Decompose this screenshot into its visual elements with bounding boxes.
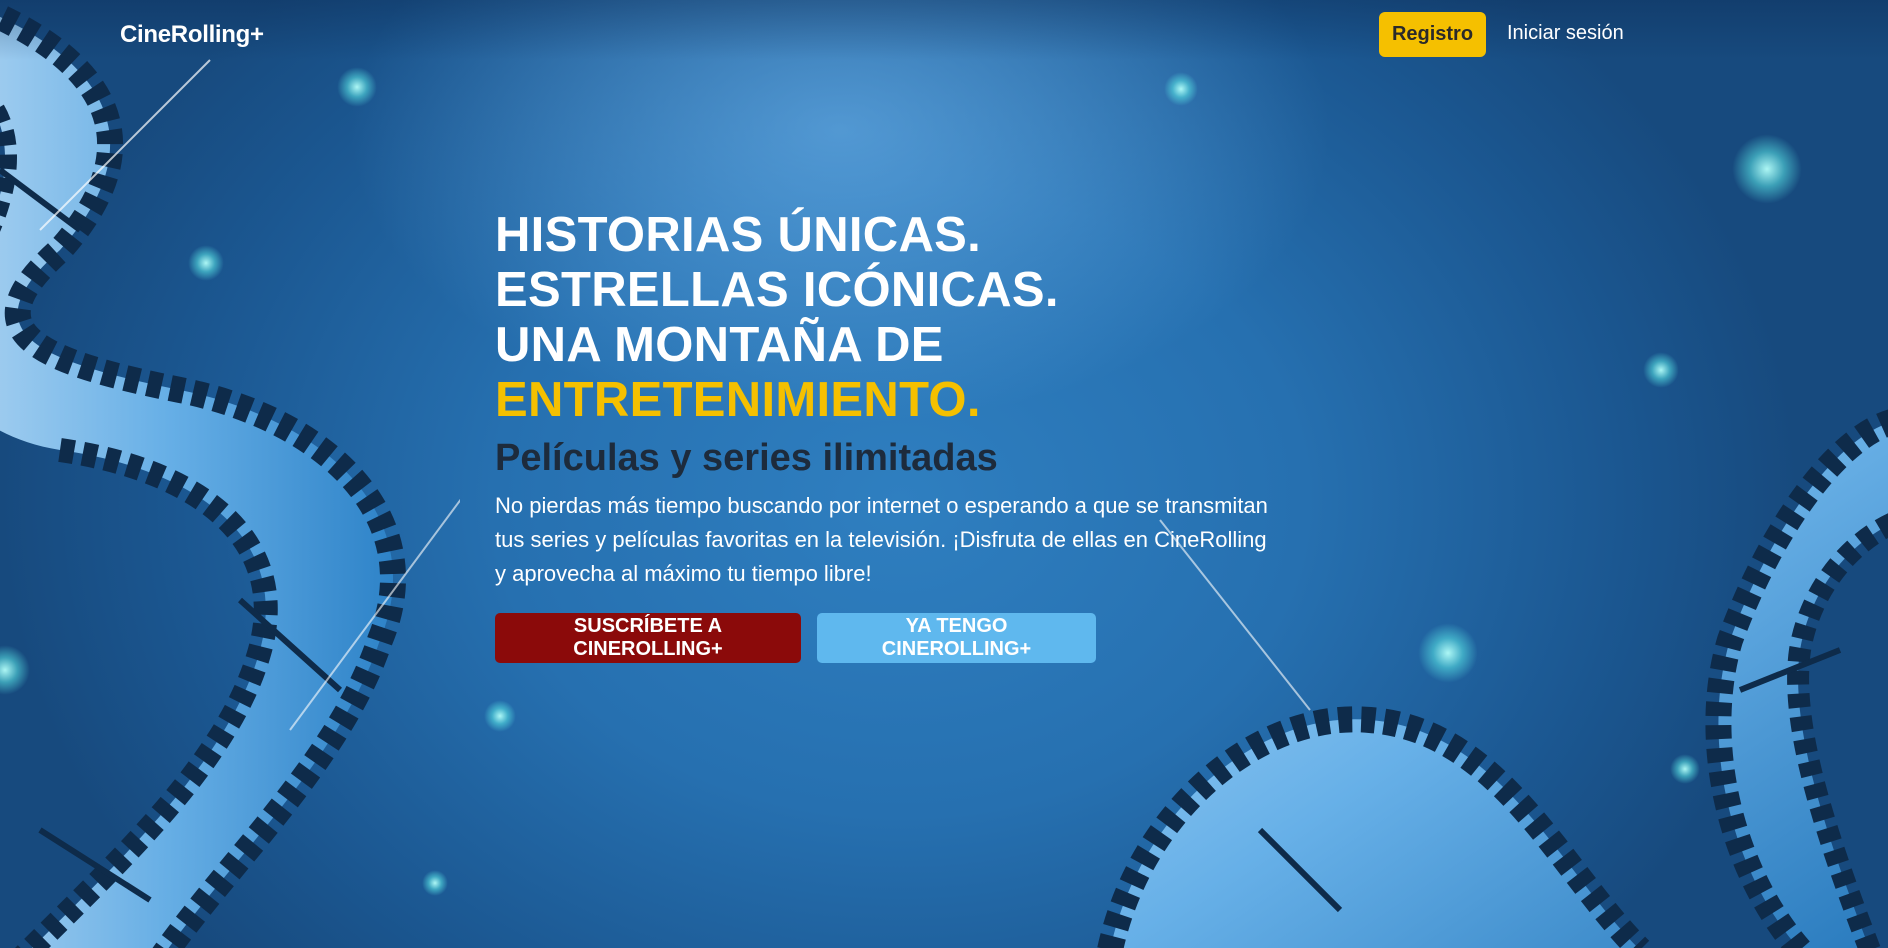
hero-subtitle: Películas y series ilimitadas — [495, 437, 998, 479]
headline-line-1: HISTORIAS ÚNICAS. — [495, 208, 982, 262]
sparkle-decoration — [484, 700, 516, 732]
subscribe-button[interactable]: SUSCRÍBETE A CINEROLLING+ — [495, 613, 801, 663]
login-link[interactable]: Iniciar sesión — [1507, 22, 1624, 45]
existing-member-button[interactable]: YA TENGO CINEROLLING+ — [817, 613, 1096, 663]
headline-line-3: UNA MONTAÑA DE — [495, 318, 944, 372]
sparkle-decoration — [337, 67, 377, 107]
sparkle-decoration — [422, 870, 448, 896]
sparkle-decoration — [1164, 72, 1198, 106]
sparkle-decoration — [1732, 134, 1802, 204]
headline-accent: ENTRETENIMIENTO. — [495, 373, 981, 427]
sparkle-decoration — [1643, 352, 1679, 388]
film-reel-icon — [0, 2, 460, 948]
sparkle-decoration — [0, 645, 30, 695]
headline-line-2: ESTRELLAS ICÓNICAS. — [495, 263, 1059, 317]
sparkle-decoration — [188, 245, 224, 281]
hero-description: No pierdas más tiempo buscando por inter… — [495, 493, 1268, 586]
hero-actions: SUSCRÍBETE A CINEROLLING+ YA TENGO CINER… — [495, 613, 1295, 663]
hero-headline: HISTORIAS ÚNICAS. ESTRELLAS ICÓNICAS. UN… — [495, 208, 1295, 428]
sparkle-decoration — [1670, 754, 1700, 784]
brand-logo[interactable]: CineRolling+ — [120, 21, 264, 49]
navbar: CineRolling+ Registro Iniciar sesión — [0, 0, 1888, 70]
register-button[interactable]: Registro — [1379, 12, 1486, 57]
hero-section: HISTORIAS ÚNICAS. ESTRELLAS ICÓNICAS. UN… — [495, 208, 1295, 663]
landing-page: CineRolling+ Registro Iniciar sesión HIS… — [0, 0, 1888, 948]
sparkle-decoration — [1418, 623, 1478, 683]
